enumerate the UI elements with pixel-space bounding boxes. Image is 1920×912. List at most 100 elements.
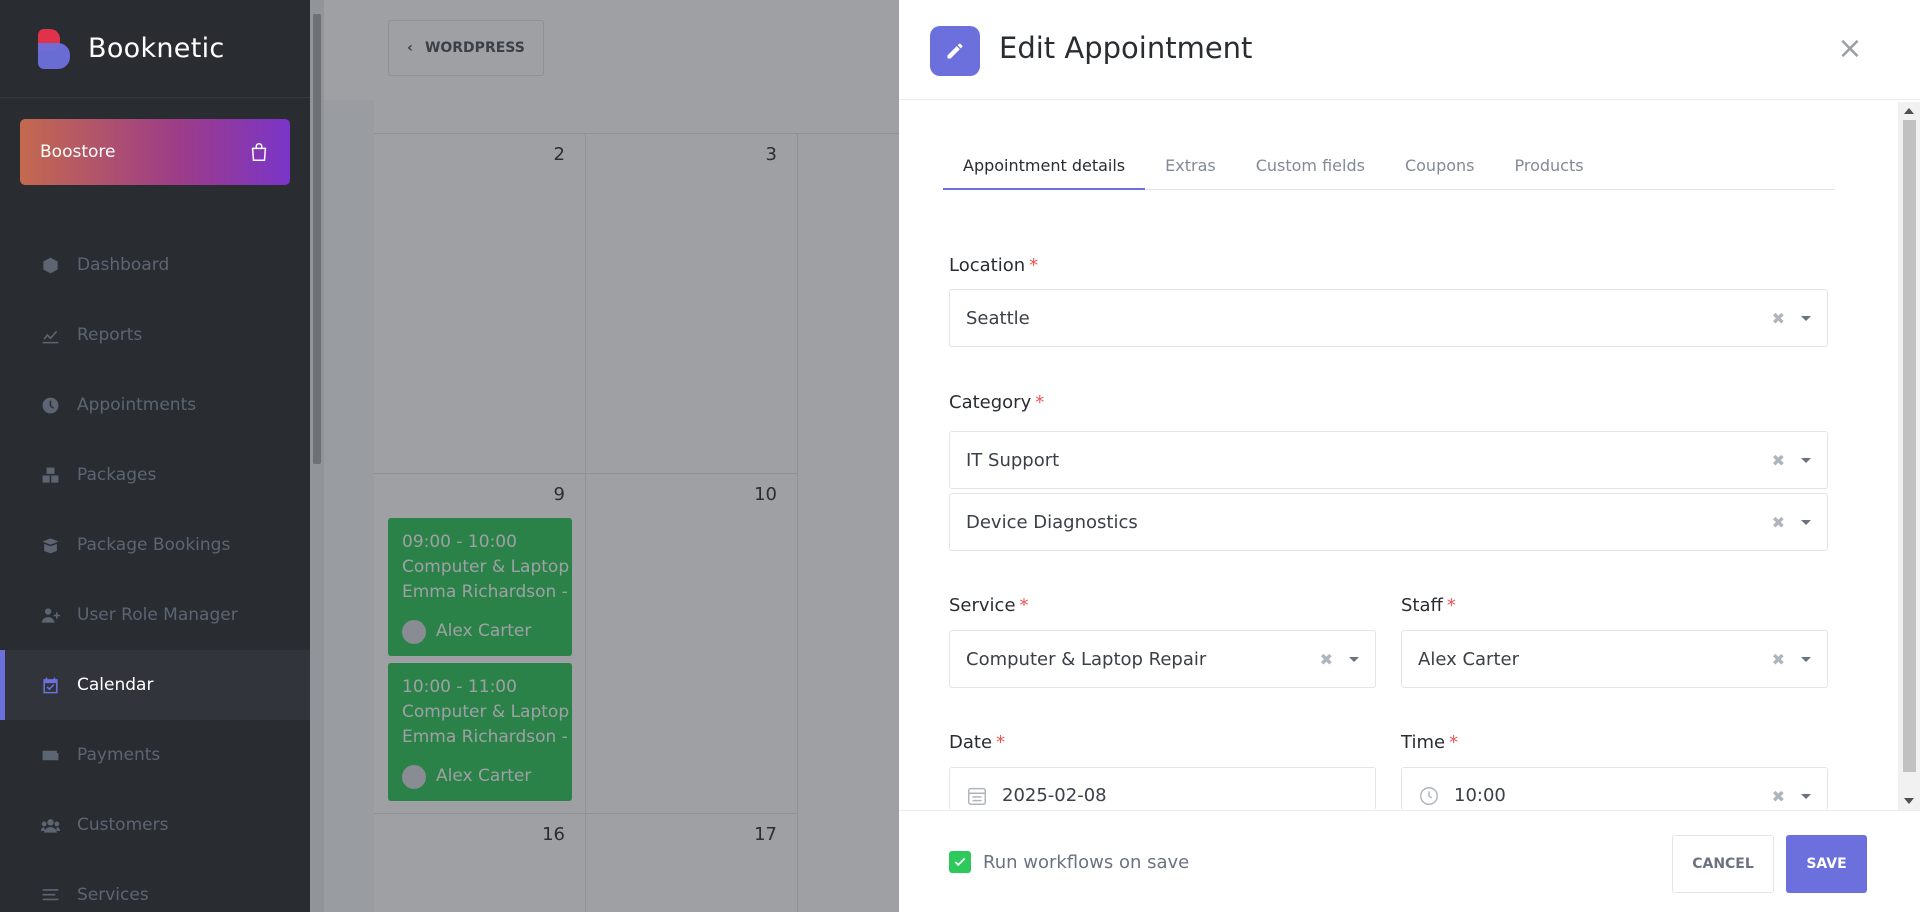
checkmark-icon: [954, 857, 966, 867]
sidebar-item-label: Customers: [77, 815, 169, 835]
time-select[interactable]: 10:00 ✖: [1401, 767, 1828, 810]
service-label: Service *: [949, 595, 1029, 616]
chart-icon: [40, 325, 60, 345]
brand[interactable]: Booknetic: [0, 0, 310, 98]
sidebar-item-calendar[interactable]: Calendar: [0, 650, 310, 720]
panel-tabs: Appointment details Extras Custom fields…: [943, 140, 1835, 190]
user-plus-icon: [40, 605, 60, 625]
location-label: Location *: [949, 255, 1038, 276]
chevron-down-icon[interactable]: [1801, 457, 1811, 463]
panel-title: Edit Appointment: [999, 31, 1253, 65]
clear-icon[interactable]: ✖: [1772, 787, 1785, 806]
sidebar-item-package-bookings[interactable]: Package Bookings: [0, 510, 310, 580]
location-label-text: Location: [949, 255, 1026, 276]
required-mark: *: [996, 732, 1006, 753]
sidebar-item-user-role-manager[interactable]: User Role Manager: [0, 580, 310, 650]
required-mark: *: [1446, 595, 1456, 616]
location-select[interactable]: Seattle ✖: [949, 289, 1828, 347]
chevron-down-icon[interactable]: [1801, 656, 1811, 662]
box-open-icon: [40, 535, 60, 555]
tab-coupons[interactable]: Coupons: [1385, 140, 1495, 190]
category-label-text: Category: [949, 392, 1032, 413]
sidebar-item-label: Appointments: [77, 395, 197, 415]
sidebar-item-services[interactable]: Services: [0, 860, 310, 912]
required-mark: *: [1035, 392, 1045, 413]
clock-icon: [40, 395, 60, 415]
run-workflows-label[interactable]: Run workflows on save: [983, 852, 1189, 873]
scroll-up-icon[interactable]: [1904, 108, 1914, 114]
required-mark: *: [1449, 732, 1459, 753]
staff-label-text: Staff: [1401, 595, 1443, 616]
category-select[interactable]: IT Support ✖: [949, 431, 1828, 489]
edit-appointment-panel: Edit Appointment × Appointment details E…: [899, 0, 1920, 912]
time-value: 10:00: [1454, 785, 1506, 806]
boostore-label: Boostore: [40, 142, 116, 162]
boostore-button[interactable]: Boostore: [20, 119, 290, 185]
scroll-down-icon[interactable]: [1904, 798, 1914, 804]
sidebar-item-packages[interactable]: Packages: [0, 440, 310, 510]
cancel-button[interactable]: CANCEL: [1672, 835, 1774, 893]
sidebar-item-label: Packages: [77, 465, 157, 485]
pencil-icon: [930, 26, 980, 76]
panel-scrollbar[interactable]: [1898, 102, 1920, 810]
service-value: Computer & Laptop Repair: [966, 648, 1207, 670]
clear-icon[interactable]: ✖: [1772, 513, 1785, 532]
chevron-down-icon[interactable]: [1349, 656, 1359, 662]
staff-label: Staff *: [1401, 595, 1456, 616]
shopping-bag-icon: [248, 141, 270, 163]
chevron-down-icon[interactable]: [1801, 315, 1811, 321]
sidebar-item-label: Reports: [77, 325, 143, 345]
tab-products[interactable]: Products: [1495, 140, 1604, 190]
brand-name: Booknetic: [88, 33, 225, 64]
sidebar-item-label: Package Bookings: [77, 535, 231, 555]
staff-select[interactable]: Alex Carter ✖: [1401, 630, 1828, 688]
clear-icon[interactable]: ✖: [1772, 650, 1785, 669]
calendar-icon: [966, 785, 988, 807]
tab-extras[interactable]: Extras: [1145, 140, 1236, 190]
sidebar-nav: Dashboard Reports Appointments Packages …: [0, 230, 310, 912]
users-icon: [40, 815, 60, 835]
panel-header: Edit Appointment ×: [899, 0, 1920, 100]
close-icon[interactable]: ×: [1835, 34, 1865, 64]
date-input[interactable]: 2025-02-08: [949, 767, 1376, 810]
calendar-check-icon: [40, 675, 60, 695]
clear-icon[interactable]: ✖: [1320, 650, 1333, 669]
clock-icon: [1418, 785, 1440, 807]
date-label-text: Date: [949, 732, 993, 753]
category-value: IT Support: [966, 449, 1060, 471]
tab-custom-fields[interactable]: Custom fields: [1236, 140, 1385, 190]
sidebar-item-label: Dashboard: [77, 255, 170, 275]
sidebar: Booknetic Boostore Dashboard Reports App…: [0, 0, 310, 912]
sidebar-item-dashboard[interactable]: Dashboard: [0, 230, 310, 300]
sidebar-item-label: Services: [77, 885, 149, 905]
chevron-down-icon[interactable]: [1801, 794, 1811, 799]
date-label: Date *: [949, 732, 1005, 753]
staff-value: Alex Carter: [1418, 648, 1519, 670]
tab-appointment-details[interactable]: Appointment details: [943, 140, 1146, 190]
sidebar-item-reports[interactable]: Reports: [0, 300, 310, 370]
required-mark: *: [1029, 255, 1039, 276]
sidebar-item-label: Payments: [77, 745, 161, 765]
run-workflows-checkbox[interactable]: [949, 851, 971, 873]
save-button[interactable]: SAVE: [1786, 835, 1867, 893]
booknetic-logo-icon: [38, 28, 72, 69]
panel-footer: Run workflows on save CANCEL SAVE: [899, 810, 1920, 912]
clear-icon[interactable]: ✖: [1772, 309, 1785, 328]
required-mark: *: [1019, 595, 1029, 616]
scrollbar-thumb[interactable]: [1903, 120, 1916, 772]
subcategory-select[interactable]: Device Diagnostics ✖: [949, 493, 1828, 551]
cube-icon: [40, 255, 60, 275]
service-select[interactable]: Computer & Laptop Repair ✖: [949, 630, 1376, 688]
category-label: Category *: [949, 392, 1044, 413]
sidebar-item-label: User Role Manager: [77, 605, 238, 625]
clear-icon[interactable]: ✖: [1772, 451, 1785, 470]
sidebar-item-appointments[interactable]: Appointments: [0, 370, 310, 440]
time-label-text: Time: [1401, 732, 1446, 753]
chevron-down-icon[interactable]: [1801, 519, 1811, 525]
time-label: Time *: [1401, 732, 1458, 753]
sidebar-item-payments[interactable]: Payments: [0, 720, 310, 790]
list-icon: [40, 885, 60, 905]
sidebar-item-customers[interactable]: Customers: [0, 790, 310, 860]
subcategory-value: Device Diagnostics: [966, 511, 1138, 533]
date-value: 2025-02-08: [1002, 785, 1107, 806]
